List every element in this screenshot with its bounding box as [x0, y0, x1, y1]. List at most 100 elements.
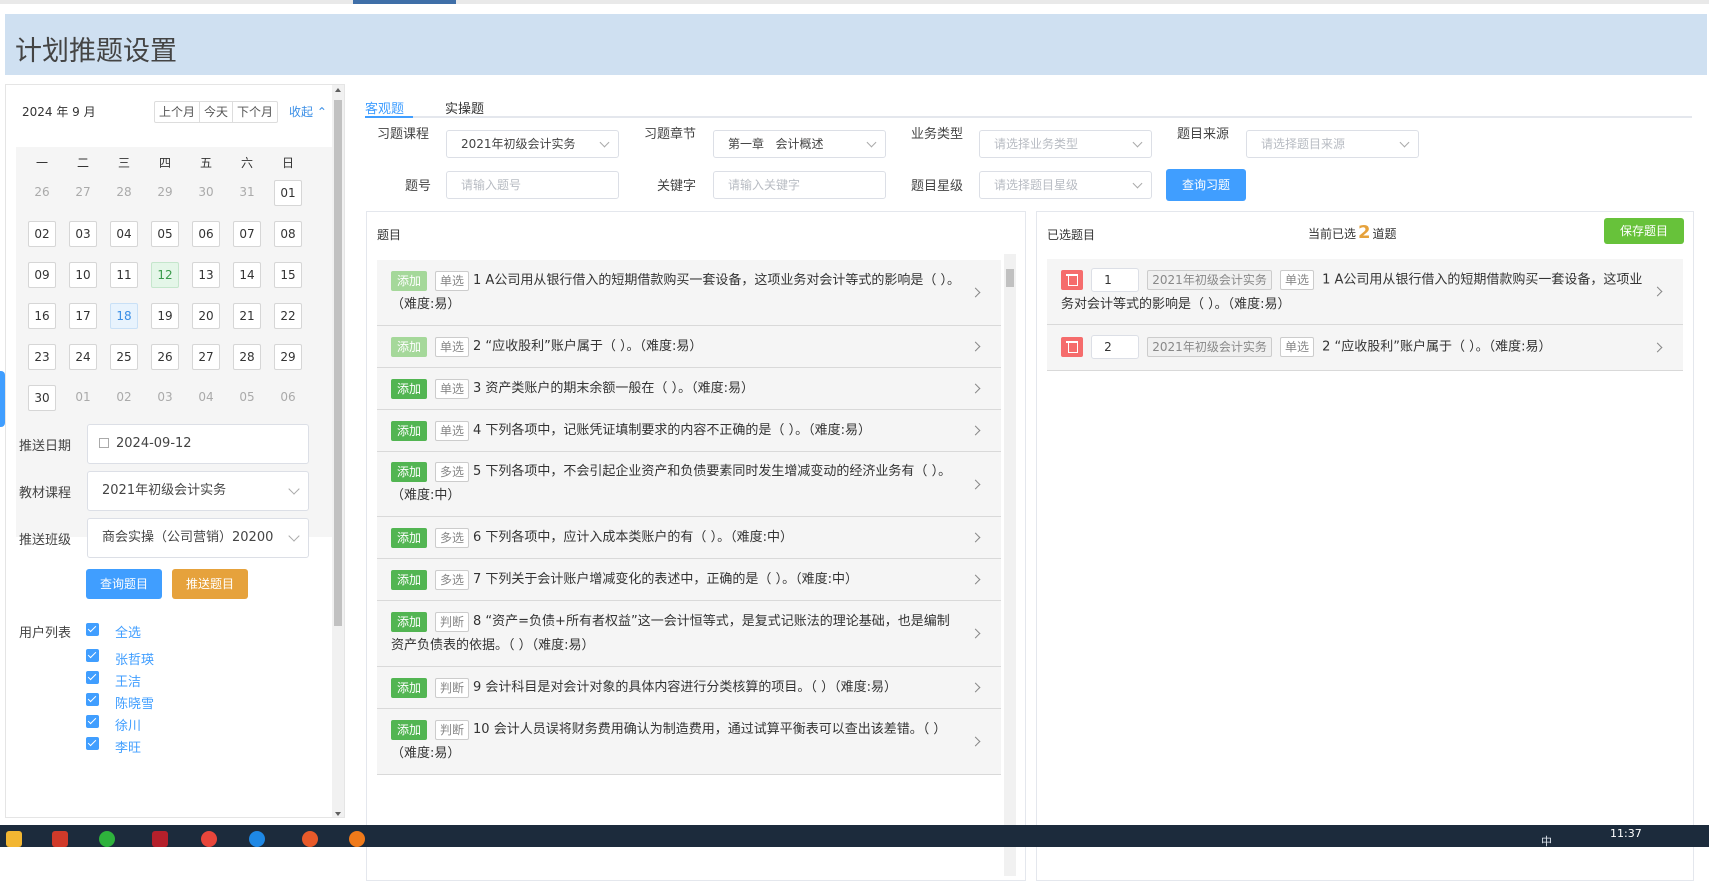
chevron-right-icon[interactable]	[970, 287, 981, 298]
file-explorer-icon[interactable]	[6, 831, 22, 847]
calendar-day[interactable]: 07	[233, 221, 261, 247]
clock[interactable]: 11:37	[1610, 827, 1642, 840]
calendar-day[interactable]: 12	[151, 262, 179, 288]
order-input[interactable]: 2	[1091, 335, 1140, 359]
calendar-day[interactable]: 01	[69, 385, 97, 411]
calendar-day[interactable]: 06	[192, 221, 220, 247]
calendar-day[interactable]: 08	[274, 221, 302, 247]
filter-qno-input[interactable]: 请输入题号	[446, 171, 619, 199]
chevron-right-icon[interactable]	[970, 628, 981, 639]
push-questions-button[interactable]: 推送题目	[172, 569, 249, 599]
filter-source-select[interactable]: 请选择题目来源	[1246, 130, 1419, 158]
calendar-day[interactable]: 03	[69, 221, 97, 247]
calendar-day[interactable]: 26	[28, 180, 56, 206]
selected-item[interactable]: 2 2021年初级会计实务 单选 2 “应收股利”账户属于（ ）。（难度:易）	[1047, 325, 1683, 371]
calendar-day[interactable]: 11	[110, 262, 138, 288]
calendar-day[interactable]: 14	[233, 262, 261, 288]
tab-objective[interactable]: 客观题	[365, 98, 404, 117]
question-list-scrollbar[interactable]	[1004, 254, 1016, 876]
user-checkbox[interactable]	[86, 737, 99, 750]
select-all-checkbox[interactable]	[86, 623, 99, 636]
chevron-right-icon[interactable]	[1652, 342, 1663, 353]
calendar-day[interactable]: 23	[28, 344, 56, 370]
user-name[interactable]: 徐川	[115, 715, 141, 734]
add-question-button[interactable]: 添加	[391, 270, 428, 291]
chevron-right-icon[interactable]	[970, 341, 981, 352]
browser-icon[interactable]	[249, 831, 265, 847]
add-question-button[interactable]: 添加	[391, 336, 428, 357]
user-checkbox[interactable]	[86, 693, 99, 706]
scroll-thumb[interactable]	[334, 100, 342, 626]
chevron-right-icon[interactable]	[970, 736, 981, 747]
calendar-day[interactable]: 03	[151, 385, 179, 411]
chevron-right-icon[interactable]	[970, 574, 981, 585]
filter-biz-type-select[interactable]: 请选择业务类型	[979, 130, 1152, 158]
calendar-day[interactable]: 21	[233, 303, 261, 329]
question-item[interactable]: 添加 单选 4 下列各项中，记账凭证填制要求的内容不正确的是（ ）。（难度:易）	[377, 410, 1001, 452]
chevron-right-icon[interactable]	[970, 383, 981, 394]
tab-practical[interactable]: 实操题	[445, 98, 484, 117]
wechat-icon[interactable]	[99, 831, 115, 847]
class-select[interactable]: 商会实操（公司营销）20200	[87, 518, 309, 558]
calendar-day[interactable]: 28	[110, 180, 138, 206]
course-select[interactable]: 2021年初级会计实务	[87, 471, 309, 511]
calendar-day[interactable]: 29	[274, 344, 302, 370]
calendar-day[interactable]: 02	[28, 221, 56, 247]
chevron-right-icon[interactable]	[1652, 286, 1663, 297]
question-item[interactable]: 添加 单选 2 “应收股利”账户属于（ ）。（难度:易）	[377, 326, 1001, 368]
add-question-button[interactable]: 添加	[391, 461, 428, 482]
chevron-right-icon[interactable]	[970, 532, 981, 543]
calendar-day[interactable]: 02	[110, 385, 138, 411]
scroll-thumb[interactable]	[1006, 269, 1014, 287]
calendar-day[interactable]: 29	[151, 180, 179, 206]
chevron-right-icon[interactable]	[970, 479, 981, 490]
app-icon[interactable]	[52, 831, 68, 847]
add-question-button[interactable]: 添加	[391, 677, 428, 698]
chevron-right-icon[interactable]	[970, 682, 981, 693]
question-item[interactable]: 添加 单选 3 资产类账户的期末余额一般在（ ）。（难度:易）	[377, 368, 1001, 410]
filter-star-select[interactable]: 请选择题目星级	[979, 171, 1152, 199]
user-checkbox[interactable]	[86, 671, 99, 684]
calendar-day[interactable]: 27	[192, 344, 220, 370]
question-item[interactable]: 添加 判断 9 会计科目是对会计对象的具体内容进行分类核算的项目。（ ）（难度:易）	[377, 667, 1001, 709]
calendar-day[interactable]: 30	[28, 385, 56, 411]
calendar-day[interactable]: 28	[233, 344, 261, 370]
add-question-button[interactable]: 添加	[391, 719, 428, 740]
calendar-day[interactable]: 22	[274, 303, 302, 329]
active-tab-indicator[interactable]	[353, 0, 456, 4]
calendar-day[interactable]: 05	[233, 385, 261, 411]
calendar-day[interactable]: 10	[69, 262, 97, 288]
calendar-day[interactable]: 16	[28, 303, 56, 329]
scroll-up-icon[interactable]	[335, 88, 341, 92]
order-input[interactable]: 1	[1091, 268, 1140, 292]
filter-course-select[interactable]: 2021年初级会计实务	[446, 130, 619, 158]
question-item[interactable]: 添加 单选 1 A公司用从银行借入的短期借款购买一套设备，这项业务对会计等式的影响是…	[377, 260, 1001, 326]
user-checkbox[interactable]	[86, 715, 99, 728]
user-name[interactable]: 李旺	[115, 737, 141, 756]
user-name[interactable]: 张哲瑛	[115, 649, 154, 668]
app-icon[interactable]	[152, 831, 168, 847]
selected-item[interactable]: 1 2021年初级会计实务 单选 1 A公司用从银行借入的短期借款购买一套设备，…	[1047, 259, 1683, 325]
save-questions-button[interactable]: 保存题目	[1604, 218, 1684, 244]
add-question-button[interactable]: 添加	[391, 527, 428, 548]
user-checkbox[interactable]	[86, 649, 99, 662]
add-question-button[interactable]: 添加	[391, 420, 428, 441]
trash-icon[interactable]	[1061, 270, 1083, 290]
calendar-day[interactable]: 04	[192, 385, 220, 411]
push-date-field[interactable]: 2024-09-12	[87, 424, 309, 464]
chrome-icon[interactable]	[201, 831, 217, 847]
today-button[interactable]: 今天	[200, 102, 234, 122]
left-scrollbar[interactable]	[332, 85, 344, 817]
filter-keyword-input[interactable]: 请输入关键字	[713, 171, 886, 199]
calendar-day[interactable]: 17	[69, 303, 97, 329]
query-exercises-button[interactable]: 查询习题	[1166, 169, 1246, 201]
calendar-day[interactable]: 05	[151, 221, 179, 247]
add-question-button[interactable]: 添加	[391, 569, 428, 590]
question-item[interactable]: 添加 判断 10 会计人员误将财务费用确认为制造费用，通过试算平衡表可以查出该差错。…	[377, 709, 1001, 775]
calendar-day[interactable]: 13	[192, 262, 220, 288]
calendar-day[interactable]: 09	[28, 262, 56, 288]
user-name[interactable]: 王洁	[115, 671, 141, 690]
calendar-day[interactable]: 04	[110, 221, 138, 247]
calendar-day[interactable]: 27	[69, 180, 97, 206]
trash-icon[interactable]	[1061, 337, 1083, 357]
